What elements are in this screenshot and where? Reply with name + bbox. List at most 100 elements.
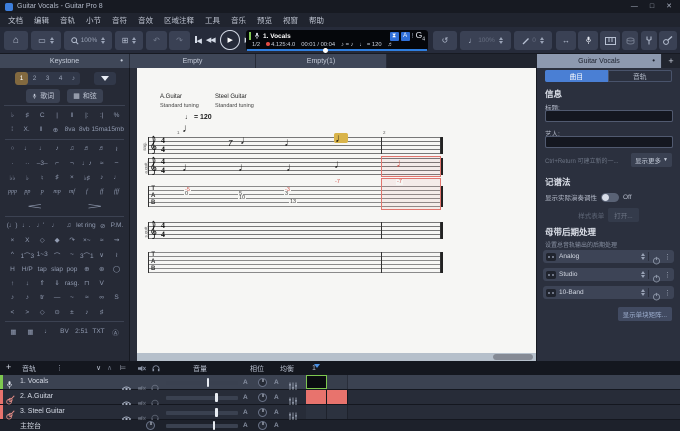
effect-stepper-icon[interactable] (641, 271, 645, 278)
palette-symbol[interactable]: 8vb (77, 126, 91, 133)
document-tab[interactable]: Empty (130, 54, 256, 68)
menu-item[interactable]: 区域注释 (164, 15, 194, 26)
rest-symbol[interactable]: 7 (228, 139, 232, 148)
relative-speed-control[interactable]: ♩100% (460, 31, 511, 50)
palette-symbol[interactable]: ⇓ (50, 279, 65, 287)
palette-symbol[interactable]: 15mb (108, 126, 124, 133)
palette-symbol[interactable]: ·· (20, 160, 35, 167)
voice-button[interactable]: ♪ (67, 72, 80, 85)
palette-symbol[interactable]: ♭♭ (5, 174, 20, 182)
voice-button[interactable]: 2 (28, 72, 41, 85)
kebab-menu-icon[interactable]: ⋮ (664, 253, 671, 261)
palette-symbol[interactable]: BV (56, 328, 73, 335)
master-channel-row[interactable]: 主控台 A A (0, 420, 680, 431)
palette-symbol[interactable]: ♬ (94, 145, 109, 152)
palette-symbol[interactable]: ♩ (35, 145, 50, 152)
palette-symbol[interactable]: f (79, 189, 94, 195)
fret-number[interactable]: -7 (396, 179, 403, 185)
redo-button[interactable]: ↷ (169, 31, 190, 50)
fretboard-button[interactable] (659, 31, 677, 50)
palette-symbol[interactable]: ≀ (109, 145, 124, 153)
add-track-button[interactable]: + (6, 362, 11, 372)
palette-symbol[interactable]: × (65, 174, 80, 181)
list-view-icon[interactable]: ⊨ (120, 364, 126, 372)
metronome-badge-icon[interactable]: ⧗ (390, 32, 399, 41)
palette-symbol[interactable]: ▦ (22, 328, 39, 336)
measure-cell[interactable] (327, 390, 348, 404)
play-button[interactable]: ▶ (220, 30, 240, 50)
slider-handle[interactable] (207, 378, 210, 387)
scrollbar-thumb[interactable] (493, 354, 533, 360)
line-in-button[interactable]: ↔ (556, 31, 576, 50)
note-symbol[interactable]: ♩ (284, 137, 296, 147)
palette-symbol[interactable]: –3– (35, 160, 50, 167)
menu-item[interactable]: 音乐 (231, 15, 246, 26)
power-button-icon[interactable] (652, 288, 661, 297)
master-phase-knob[interactable] (258, 421, 267, 430)
tuning-badge-icon[interactable]: A (401, 32, 410, 41)
palette-symbol[interactable]: ♭ (5, 111, 20, 119)
selected-measure-highlight[interactable] (381, 156, 441, 177)
menu-item[interactable]: 音轨 (60, 15, 75, 26)
phase-knob[interactable] (258, 393, 267, 402)
palette-symbol[interactable]: H/P (20, 266, 35, 273)
show-pedalboard-button[interactable]: 显示单块矩阵... (618, 307, 672, 321)
slider-handle[interactable] (213, 421, 216, 430)
microphone-button[interactable] (578, 31, 598, 50)
palette-symbol[interactable]: ♪ (79, 309, 94, 316)
palette-symbol[interactable]: × (5, 237, 20, 244)
palette-symbol[interactable]: 1⌒3 (20, 250, 35, 260)
palette-symbol[interactable]: ♫ (62, 222, 76, 229)
tracks-menu-icon[interactable]: ⋮ (56, 364, 63, 372)
palette-symbol[interactable]: ⊙ (50, 308, 65, 316)
slider-handle[interactable] (215, 393, 218, 402)
palette-symbol[interactable]: ♩ (20, 145, 35, 152)
phase-knob[interactable] (258, 378, 267, 387)
tab-song[interactable]: 曲目 (545, 70, 608, 82)
loop-button[interactable]: ↺ (433, 31, 457, 50)
note-symbol[interactable]: ♩ (286, 162, 298, 172)
slider-handle[interactable] (215, 408, 218, 417)
add-document-tab-button[interactable]: + (662, 54, 680, 68)
home-button[interactable]: ⌂ (4, 31, 28, 50)
palette-symbol[interactable]: ≀ (109, 251, 124, 259)
palette-symbol[interactable]: ◆ (50, 236, 65, 244)
palette-symbol[interactable]: p (35, 189, 50, 195)
volume-slider[interactable] (166, 381, 238, 385)
artist-input[interactable] (545, 136, 673, 148)
palette-symbol[interactable]: ◇ (35, 236, 50, 244)
palette-symbol[interactable]: — (50, 294, 65, 301)
fret-number[interactable]: -7 (334, 179, 341, 185)
palette-symbol[interactable]: V (94, 280, 109, 287)
palette-symbol[interactable]: 2:51 (73, 328, 90, 335)
playback-progress-handle[interactable] (323, 48, 328, 53)
effect-stepper-icon[interactable] (641, 253, 645, 260)
palette-symbol[interactable]: ≈ (94, 160, 109, 167)
palette-symbol[interactable]: ⊛ (94, 265, 109, 273)
note-symbol[interactable]: ♩ (396, 158, 408, 168)
document-tab[interactable]: Guitar Vocals• (537, 54, 662, 68)
palette-symbol[interactable]: pop (65, 266, 80, 273)
zoom-control[interactable]: 100% (64, 31, 112, 50)
palette-symbol[interactable]: ♫ (65, 145, 80, 152)
palette-symbol[interactable]: ↓ (20, 280, 35, 287)
palette-symbol[interactable]: ⌐ (50, 160, 65, 167)
kebab-menu-icon[interactable]: ⋮ (664, 271, 671, 279)
palette-symbol[interactable]: ^ (5, 251, 20, 258)
palette-symbol[interactable]: ⇝ (109, 236, 124, 244)
close-button[interactable]: ✕ (666, 0, 672, 13)
palette-symbol[interactable]: X (20, 237, 35, 244)
menu-item[interactable]: 编辑 (34, 15, 49, 26)
lyrics-button[interactable]: 歌词 (26, 89, 60, 103)
palette-symbol[interactable]: ⇑ (35, 279, 50, 287)
measure-cell[interactable] (327, 405, 348, 419)
title-input[interactable] (545, 110, 673, 122)
fret-number[interactable]: 10 (238, 195, 246, 201)
palette-symbol[interactable]: | (50, 112, 65, 119)
tuner-button[interactable] (641, 31, 657, 50)
kebab-menu-icon[interactable]: ⋮ (664, 289, 671, 297)
palette-symbol[interactable]: ≈ (94, 237, 109, 244)
measure-cell[interactable] (306, 390, 327, 404)
maximize-button[interactable]: □ (650, 0, 654, 13)
palette-symbol[interactable]: |: (79, 112, 94, 119)
